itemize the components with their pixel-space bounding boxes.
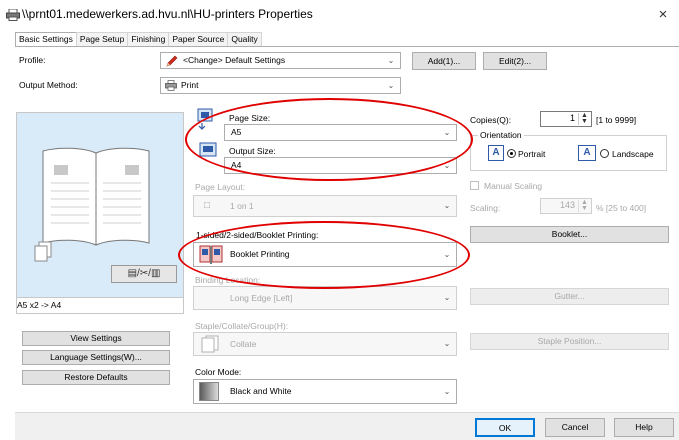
- staple-position-button[interactable]: Staple Position...: [470, 333, 669, 350]
- staple-collate-label: Staple/Collate/Group(H):: [195, 321, 289, 331]
- output-method-dropdown[interactable]: Print ⌄: [160, 77, 401, 94]
- scaling-label: Scaling:: [470, 203, 501, 213]
- staple-collate-value: Collate: [230, 339, 257, 349]
- radio-dot: [510, 152, 513, 155]
- booklet-button[interactable]: Booklet...: [470, 226, 669, 243]
- page-layout-dropdown[interactable]: □ 1 on 1 ⌄: [193, 195, 457, 217]
- preview-caption-frame: [16, 298, 184, 314]
- tab-paper-source[interactable]: Paper Source: [168, 32, 229, 46]
- landscape-icon: A: [578, 145, 596, 161]
- page-layout-icon: □: [204, 200, 211, 211]
- tab-finishing[interactable]: Finishing: [127, 32, 170, 46]
- output-size-dropdown[interactable]: A4 ⌄: [224, 157, 457, 174]
- spin-arrows-icon[interactable]: ▲ ▼: [578, 112, 590, 125]
- profile-value: <Change> Default Settings: [183, 55, 286, 65]
- portrait-radio[interactable]: [507, 149, 516, 158]
- ok-button[interactable]: OK: [475, 418, 535, 437]
- restore-defaults-button[interactable]: Restore Defaults: [22, 370, 170, 385]
- page-size-value: A5: [231, 127, 242, 137]
- scaling-range: % [25 to 400]: [596, 203, 647, 213]
- booklet-printing-label: 1-sided/2-sided/Booklet Printing:: [196, 230, 319, 240]
- add-profile-button[interactable]: Add(1)...: [412, 52, 476, 70]
- page-layout-label: Page Layout:: [195, 182, 246, 192]
- tab-strip: Basic Settings Page Setup Finishing Pape…: [15, 32, 262, 47]
- chevron-down-icon: ⌄: [443, 293, 451, 302]
- copies-range: [1 to 9999]: [596, 115, 637, 125]
- edit-profile-button[interactable]: Edit(2)...: [483, 52, 547, 70]
- portrait-icon: A: [488, 145, 504, 161]
- chevron-down-icon: ⌄: [443, 339, 451, 348]
- page-size-label: Page Size:: [229, 113, 271, 123]
- orientation-label: Orientation: [478, 130, 524, 140]
- view-settings-button[interactable]: View Settings: [22, 331, 170, 346]
- copies-value: 1: [569, 113, 575, 123]
- staple-collate-dropdown[interactable]: Collate ⌄: [193, 332, 457, 356]
- copies-label: Copies(Q):: [470, 115, 512, 125]
- pencil-icon: [166, 55, 178, 67]
- scaling-value: 143: [559, 200, 575, 210]
- landscape-radio[interactable]: [600, 149, 609, 158]
- chevron-down-icon: ⌄: [443, 387, 451, 396]
- binding-location-label: Binding Location:: [195, 275, 261, 285]
- grayscale-icon: [199, 382, 219, 401]
- page-size-dropdown[interactable]: A5 ⌄: [224, 124, 457, 141]
- profile-label: Profile:: [19, 55, 46, 65]
- manual-scaling-label: Manual Scaling: [484, 181, 543, 191]
- chevron-down-icon: ⌄: [443, 161, 451, 170]
- output-method-label: Output Method:: [19, 80, 78, 90]
- manual-scaling-checkbox[interactable]: [470, 181, 479, 190]
- tab-page-setup[interactable]: Page Setup: [75, 32, 129, 46]
- help-button[interactable]: Help: [614, 418, 674, 437]
- gutter-button[interactable]: Gutter...: [470, 288, 669, 305]
- output-size-icon: [199, 142, 217, 157]
- color-mode-label: Color Mode:: [195, 367, 242, 377]
- chevron-down-icon: ⌄: [387, 56, 395, 65]
- landscape-label: Landscape: [612, 149, 654, 159]
- printer-icon: [165, 80, 177, 91]
- cancel-button[interactable]: Cancel: [545, 418, 605, 437]
- copies-stack-icon: [34, 241, 52, 262]
- page-size-icon: [197, 108, 213, 130]
- tab-quality[interactable]: Quality: [227, 32, 262, 46]
- chevron-down-icon: ⌄: [443, 128, 451, 137]
- scaling-stepper[interactable]: 143 ▲ ▼: [540, 198, 592, 214]
- chevron-down-icon: ⌄: [443, 250, 451, 259]
- binding-location-value: Long Edge [Left]: [230, 293, 293, 303]
- title-bar: \\prnt01.medewerkers.ad.hvu.nl\HU-printe…: [0, 0, 679, 30]
- output-size-label: Output Size:: [229, 146, 276, 156]
- page-layout-value: 1 on 1: [230, 201, 254, 211]
- window-title: \\prnt01.medewerkers.ad.hvu.nl\HU-printe…: [22, 7, 313, 21]
- booklet-printing-value: Booklet Printing: [230, 249, 290, 259]
- color-mode-dropdown[interactable]: Black and White ⌄: [193, 379, 457, 404]
- chevron-down-icon: ⌄: [443, 201, 451, 210]
- close-button[interactable]: ×: [652, 5, 674, 25]
- layout-preview: ▤/✂/▥: [16, 112, 184, 298]
- booklet-icon: [199, 245, 223, 264]
- tab-basic-settings[interactable]: Basic Settings: [15, 32, 77, 47]
- profile-dropdown[interactable]: <Change> Default Settings ⌄: [160, 52, 401, 69]
- binding-location-dropdown[interactable]: Long Edge [Left] ⌄: [193, 286, 457, 310]
- open-booklet-icon: [42, 147, 150, 246]
- output-size-value: A4: [231, 160, 242, 170]
- output-method-value: Print: [181, 80, 199, 90]
- portrait-label: Portrait: [518, 149, 546, 159]
- spin-arrows-icon[interactable]: ▲ ▼: [578, 199, 590, 212]
- color-mode-value: Black and White: [230, 386, 292, 396]
- copies-stepper[interactable]: 1 ▲ ▼: [540, 111, 592, 127]
- language-settings-button[interactable]: Language Settings(W)...: [22, 350, 170, 365]
- chevron-down-icon: ⌄: [387, 81, 395, 90]
- printer-icon: [6, 9, 20, 21]
- booklet-printing-dropdown[interactable]: Booklet Printing ⌄: [193, 242, 457, 267]
- collate-icon: [201, 335, 219, 353]
- finishing-mode-icons[interactable]: ▤/✂/▥: [111, 265, 177, 283]
